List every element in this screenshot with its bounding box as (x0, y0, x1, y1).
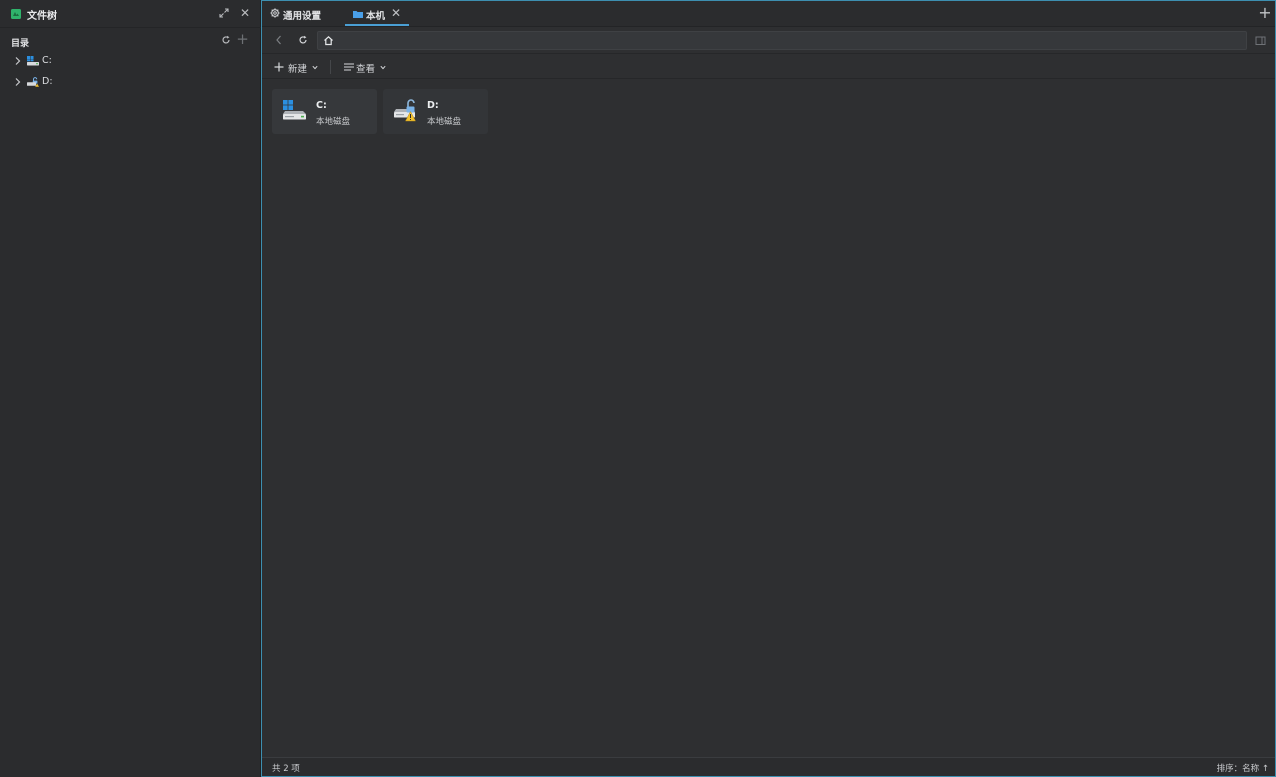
chevron-down-icon (312, 65, 318, 70)
unlocked-drive-warning-icon (27, 77, 39, 87)
toolbar: 新建 查看 (262, 55, 1275, 79)
close-tab-icon[interactable]: ✕ (389, 5, 403, 21)
tab-this-pc[interactable]: 本机 ✕ (345, 1, 409, 26)
tree-item-label: D: (42, 76, 53, 87)
tree-item-c-drive[interactable]: C: (0, 51, 260, 72)
chevron-right-icon[interactable] (14, 56, 22, 66)
add-tab-icon[interactable]: + (1257, 4, 1273, 24)
refresh-icon[interactable] (221, 35, 231, 45)
address-bar[interactable] (317, 31, 1247, 50)
main-panel: 通用设置 本机 ✕ + 新建 查看 C: 本地磁盘 D: 本地磁盘 共 2 项 … (261, 0, 1276, 777)
refresh-icon[interactable] (298, 35, 308, 45)
tree-item-d-drive[interactable]: D: (0, 72, 260, 93)
close-panel-icon[interactable]: ✕ (238, 5, 252, 21)
tab-general-settings[interactable]: 通用设置 (262, 1, 342, 26)
list-view-icon (344, 63, 354, 71)
drive-tile-d[interactable]: D: 本地磁盘 (383, 89, 488, 134)
chevron-down-icon (380, 65, 386, 70)
drive-type: 本地磁盘 (316, 117, 351, 127)
view-button[interactable]: 查看 (342, 58, 388, 76)
drive-tile-c[interactable]: C: 本地磁盘 (272, 89, 377, 134)
status-bar: 共 2 项 排序：名称 ↑ (262, 757, 1275, 776)
tab-bar: 通用设置 本机 ✕ + (262, 1, 1275, 27)
tab-label: 通用设置 (283, 11, 322, 22)
back-arrow-icon[interactable] (274, 34, 284, 46)
new-button-label: 新建 (288, 64, 308, 75)
file-tree-title: 文件树 (27, 11, 57, 22)
drive-type: 本地磁盘 (427, 117, 462, 127)
drive-name: D: (427, 100, 439, 111)
toolbar-divider (330, 60, 331, 74)
file-tree-panel: 文件树 ✕ 目录 + C: D: (0, 0, 261, 777)
file-tree-logo-icon (11, 9, 21, 19)
expand-icon[interactable] (218, 7, 230, 19)
side-panel-icon[interactable] (1255, 35, 1266, 46)
item-count: 共 2 项 (272, 764, 300, 774)
drive-name: C: (316, 100, 327, 111)
unlocked-drive-warning-icon (394, 99, 416, 122)
add-directory-icon[interactable]: + (236, 32, 249, 47)
view-button-label: 查看 (356, 64, 376, 75)
directory-label: 目录 (11, 39, 30, 49)
sort-selector[interactable]: 排序：名称 ↑ (1217, 762, 1269, 774)
plus-icon (274, 62, 284, 72)
file-tree-header: 文件树 ✕ (0, 0, 261, 28)
navigation-bar (262, 28, 1275, 54)
windows-drive-icon (283, 100, 306, 120)
home-icon[interactable] (323, 35, 334, 46)
windows-drive-icon (27, 56, 39, 66)
content-area: C: 本地磁盘 D: 本地磁盘 (262, 80, 1275, 756)
tab-label: 本机 (366, 11, 386, 22)
new-button[interactable]: 新建 (274, 58, 320, 76)
gear-icon (270, 8, 280, 18)
chevron-right-icon[interactable] (14, 77, 22, 87)
folder-icon (353, 11, 363, 18)
tree-item-label: C: (42, 55, 52, 66)
